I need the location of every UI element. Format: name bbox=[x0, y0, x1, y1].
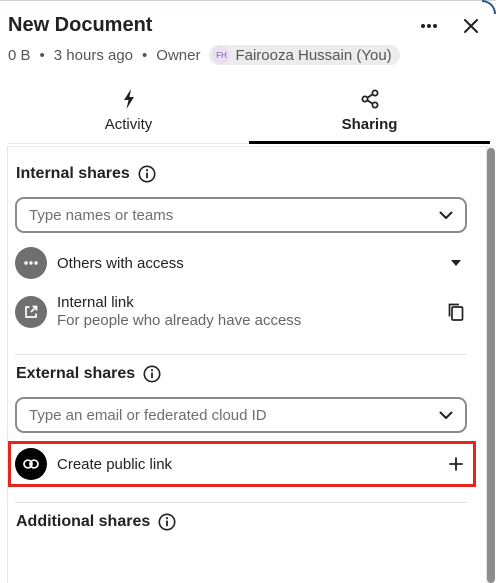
section-title: Additional shares bbox=[16, 513, 151, 530]
search-placeholder: Type an email or federated cloud ID bbox=[29, 406, 267, 424]
external-shares-heading: External shares bbox=[16, 365, 161, 383]
copy-icon[interactable] bbox=[445, 301, 467, 323]
modified-time: 3 hours ago bbox=[53, 46, 134, 64]
section-title: Internal shares bbox=[16, 165, 130, 182]
internal-link-title: Internal link bbox=[57, 294, 134, 311]
meta-separator: • bbox=[39, 46, 45, 64]
owner-chip[interactable]: FH Fairooza Hussain (You) bbox=[209, 45, 400, 65]
info-icon[interactable] bbox=[158, 513, 176, 531]
lightning-icon bbox=[123, 88, 135, 110]
meta-separator: • bbox=[142, 46, 148, 64]
more-horizontal-icon[interactable] bbox=[418, 15, 440, 37]
section-title: External shares bbox=[16, 365, 136, 382]
tab-label: Activity bbox=[104, 116, 153, 133]
chevron-down-icon[interactable] bbox=[439, 407, 453, 424]
highlight-box bbox=[8, 441, 476, 487]
chevron-down-icon[interactable] bbox=[439, 207, 453, 224]
section-divider bbox=[15, 502, 467, 503]
info-icon[interactable] bbox=[143, 365, 161, 383]
file-size: 0 B bbox=[8, 46, 31, 64]
tab-label: Sharing bbox=[341, 116, 398, 133]
internal-link-row: Internal link For people who already hav… bbox=[15, 294, 467, 329]
window-corner bbox=[482, 0, 496, 14]
external-link-icon bbox=[15, 295, 47, 328]
caret-down-icon[interactable] bbox=[445, 252, 467, 274]
document-title: New Document bbox=[8, 14, 153, 36]
share-icon bbox=[360, 88, 380, 110]
others-with-access-row[interactable]: Others with access bbox=[15, 247, 467, 279]
tab-sharing[interactable]: Sharing bbox=[249, 84, 490, 144]
header-actions bbox=[418, 15, 482, 37]
more-dots-icon bbox=[15, 247, 47, 279]
search-placeholder: Type names or teams bbox=[29, 206, 174, 224]
tab-bar: Activity Sharing bbox=[8, 84, 490, 144]
tab-activity[interactable]: Activity bbox=[8, 84, 249, 143]
sharing-panel: Internal shares Type names or teams Othe… bbox=[7, 146, 487, 583]
internal-shares-heading: Internal shares bbox=[16, 165, 156, 183]
section-divider bbox=[15, 354, 467, 355]
scrollbar-thumb[interactable] bbox=[487, 148, 495, 583]
window-top-border bbox=[0, 0, 496, 1]
owner-role: Owner bbox=[156, 46, 201, 64]
owner-name: Fairooza Hussain (You) bbox=[235, 46, 392, 64]
internal-share-search-input[interactable]: Type names or teams bbox=[15, 197, 467, 233]
others-with-access-label: Others with access bbox=[57, 254, 184, 272]
info-icon[interactable] bbox=[138, 165, 156, 183]
internal-link-texts: Internal link For people who already hav… bbox=[57, 294, 301, 329]
avatar: FH bbox=[212, 46, 231, 64]
external-share-search-input[interactable]: Type an email or federated cloud ID bbox=[15, 397, 467, 433]
document-meta: 0 B • 3 hours ago • Owner FH Fairooza Hu… bbox=[8, 45, 400, 65]
internal-link-subtitle: For people who already have access bbox=[57, 312, 302, 329]
additional-shares-heading: Additional shares bbox=[16, 513, 176, 531]
close-icon[interactable] bbox=[460, 15, 482, 37]
